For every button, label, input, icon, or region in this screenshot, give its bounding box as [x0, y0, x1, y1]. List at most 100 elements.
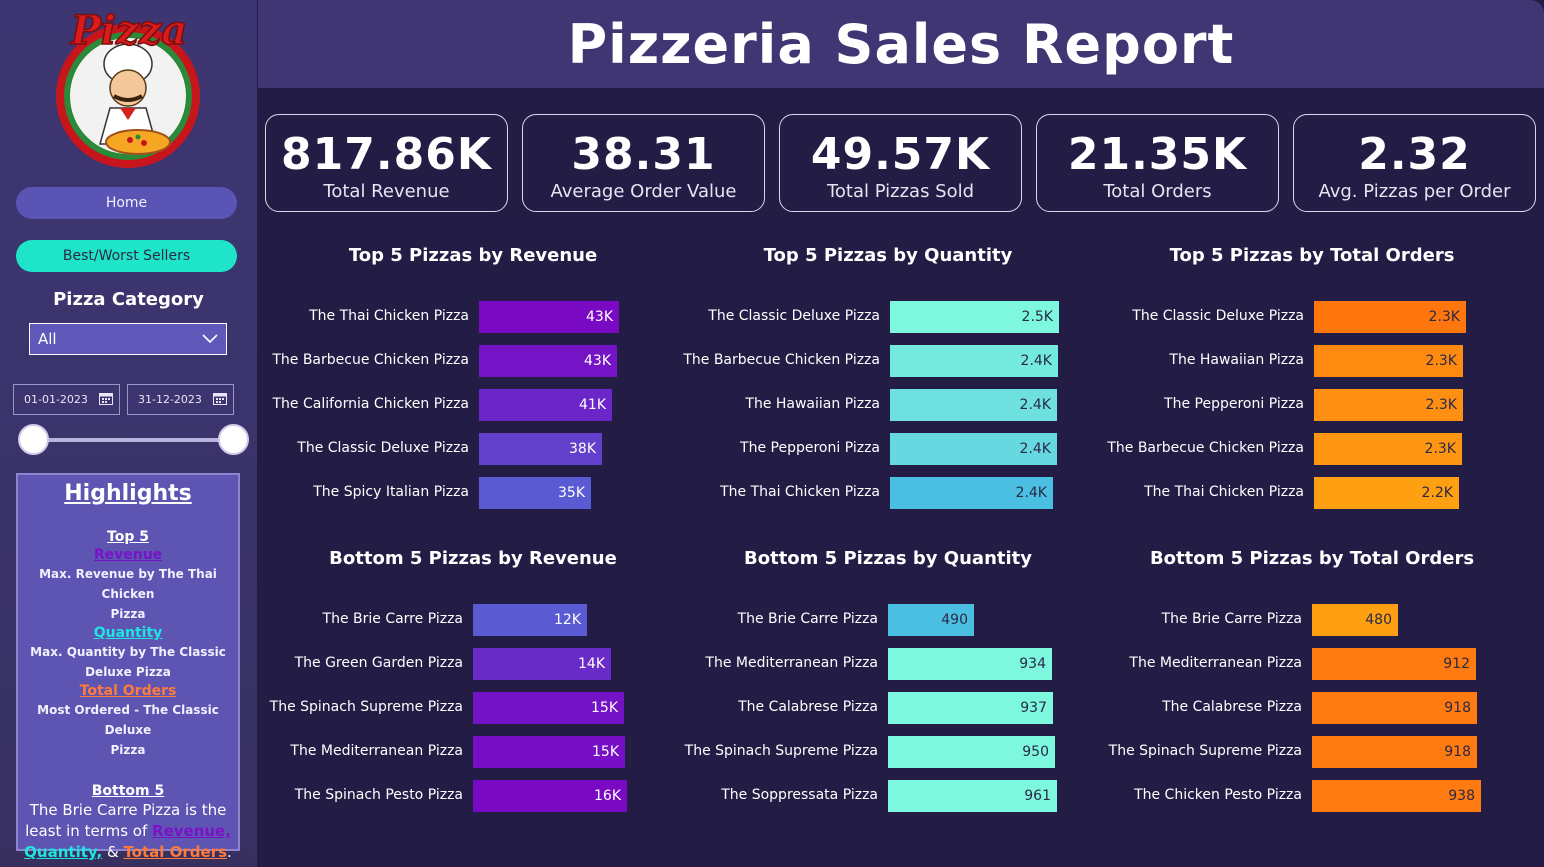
bottom-revenue-link: Revenue,	[152, 822, 231, 840]
category-label: The Brie Carre Pizza	[737, 611, 878, 627]
sidebar: Pizza Home Best/Worst Sellers Pizza Cate…	[0, 0, 257, 867]
category-label: The Spinach Supreme Pizza	[684, 743, 878, 759]
data-label: 35K	[558, 485, 585, 501]
pizza-category-dropdown[interactable]: All	[29, 323, 227, 355]
start-date-input[interactable]: 01-01-2023	[13, 384, 120, 415]
bottom-orders-link: Total Orders	[123, 843, 228, 861]
data-label: 12K	[554, 612, 581, 628]
quantity-line-1: Max. Quantity by The Classic	[30, 645, 226, 659]
orders-label: Total Orders	[79, 683, 177, 699]
bottom5-heading: Bottom 5	[91, 783, 165, 799]
category-label: The Green Garden Pizza	[294, 655, 463, 671]
kpi-card-average-order-value: 38.31 Average Order Value	[522, 114, 765, 212]
chevron-down-icon	[202, 330, 218, 348]
bottom-line-1: The Brie Carre Pizza is the	[29, 801, 227, 819]
kpi-label: Avg. Pizzas per Order	[1318, 181, 1511, 202]
kpi-value: 21.35K	[1067, 129, 1248, 180]
category-label: The Hawaiian Pizza	[1169, 352, 1304, 368]
orders-line-2: Pizza	[110, 743, 146, 757]
category-label: The Spinach Supreme Pizza	[1108, 743, 1302, 759]
category-label: The Mediterranean Pizza	[1129, 655, 1302, 671]
data-label: 2.3K	[1424, 441, 1456, 457]
data-label: 918	[1444, 700, 1471, 716]
category-label: The Chicken Pesto Pizza	[1134, 787, 1302, 803]
bottom-amp: &	[102, 843, 124, 861]
data-label: 15K	[591, 700, 618, 716]
category-label: The Classic Deluxe Pizza	[1132, 308, 1304, 324]
data-label: 15K	[592, 744, 619, 760]
svg-text:Pizza: Pizza	[70, 7, 188, 54]
data-label: 38K	[569, 441, 596, 457]
quantity-line-2: Deluxe Pizza	[85, 665, 171, 679]
bottom-line-2-prefix: least in terms of	[25, 822, 153, 840]
chart-title: Bottom 5 Pizzas by Total Orders	[1149, 548, 1475, 569]
kpi-value: 38.31	[571, 129, 716, 180]
category-label: The Calabrese Pizza	[1162, 699, 1302, 715]
page-title: Pizzeria Sales Report	[567, 12, 1235, 76]
category-label: The Spinach Pesto Pizza	[294, 787, 463, 803]
revenue-line-1: Max. Revenue by The Thai Chicken	[39, 567, 217, 601]
highlights-title: Highlights	[64, 481, 192, 506]
data-label: 14K	[578, 656, 605, 672]
kpi-value: 817.86K	[281, 129, 492, 180]
chart-title: Top 5 Pizzas by Revenue	[348, 245, 598, 266]
category-label: The Barbecue Chicken Pizza	[272, 352, 469, 368]
kpi-value: 2.32	[1358, 129, 1471, 180]
bottom-line-2: least in terms of Revenue,	[24, 821, 232, 842]
bottom-quantity-link: Quantity,	[24, 843, 103, 861]
orders-line-1: Most Ordered - The Classic Deluxe	[37, 703, 219, 737]
kpi-label: Total Revenue	[323, 181, 450, 202]
category-label: The California Chicken Pizza	[272, 396, 470, 412]
data-label: 950	[1022, 744, 1049, 760]
category-label: The Brie Carre Pizza	[1161, 611, 1302, 627]
best-worst-sellers-button[interactable]: Best/Worst Sellers	[16, 240, 237, 272]
data-label: 912	[1443, 656, 1470, 672]
category-label: The Mediterranean Pizza	[705, 655, 878, 671]
category-label: The Hawaiian Pizza	[745, 396, 880, 412]
category-label: The Mediterranean Pizza	[290, 743, 463, 759]
kpi-card-total-pizzas-sold: 49.57K Total Pizzas Sold	[779, 114, 1022, 212]
category-label: The Soppressata Pizza	[721, 787, 878, 803]
category-label: The Classic Deluxe Pizza	[297, 440, 469, 456]
category-label: The Barbecue Chicken Pizza	[1107, 440, 1304, 456]
chart-title: Top 5 Pizzas by Total Orders	[1169, 245, 1455, 266]
kpi-label: Total Orders	[1103, 181, 1212, 202]
kpi-value: 49.57K	[810, 129, 991, 180]
calendar-icon[interactable]	[99, 392, 113, 408]
data-label: 2.3K	[1425, 353, 1457, 369]
data-label: 490	[941, 612, 968, 628]
category-label: The Thai Chicken Pizza	[1144, 484, 1304, 500]
chart-title: Bottom 5 Pizzas by Revenue	[329, 548, 617, 569]
kpi-card-total-orders: 21.35K Total Orders	[1036, 114, 1279, 212]
data-label: 937	[1020, 700, 1047, 716]
data-label: 480	[1365, 612, 1392, 628]
revenue-line-2: Pizza	[110, 607, 146, 621]
data-label: 43K	[584, 353, 611, 369]
kpi-card-avg-pizzas-per-order: 2.32 Avg. Pizzas per Order	[1293, 114, 1536, 212]
data-label: 2.4K	[1019, 441, 1051, 457]
category-label: The Thai Chicken Pizza	[720, 484, 880, 500]
data-label: 16K	[594, 788, 621, 804]
category-label: The Brie Carre Pizza	[322, 611, 463, 627]
home-button[interactable]: Home	[16, 187, 237, 219]
start-date-value: 01-01-2023	[24, 393, 88, 406]
category-label: The Barbecue Chicken Pizza	[683, 352, 880, 368]
data-label: 2.4K	[1020, 353, 1052, 369]
kpi-label: Average Order Value	[550, 181, 737, 202]
data-label: 2.2K	[1421, 485, 1453, 501]
data-label: 934	[1019, 656, 1046, 672]
chart-title: Top 5 Pizzas by Quantity	[763, 245, 1013, 266]
category-label: The Classic Deluxe Pizza	[708, 308, 880, 324]
date-range-start-handle[interactable]	[18, 424, 49, 455]
date-range-slider-track[interactable]	[33, 438, 233, 442]
pizza-category-title: Pizza Category	[53, 289, 204, 310]
category-label: The Spicy Italian Pizza	[313, 484, 469, 500]
data-label: 41K	[579, 397, 606, 413]
pizza-category-selected: All	[38, 330, 57, 348]
quantity-label: Quantity	[93, 625, 163, 641]
kpi-label: Total Pizzas Sold	[826, 181, 975, 202]
bottom-line-3: Quantity, & Total Orders.	[24, 842, 232, 863]
chart-title: Bottom 5 Pizzas by Quantity	[744, 548, 1032, 569]
data-label: 43K	[586, 309, 613, 325]
category-label: The Spinach Supreme Pizza	[269, 699, 463, 715]
